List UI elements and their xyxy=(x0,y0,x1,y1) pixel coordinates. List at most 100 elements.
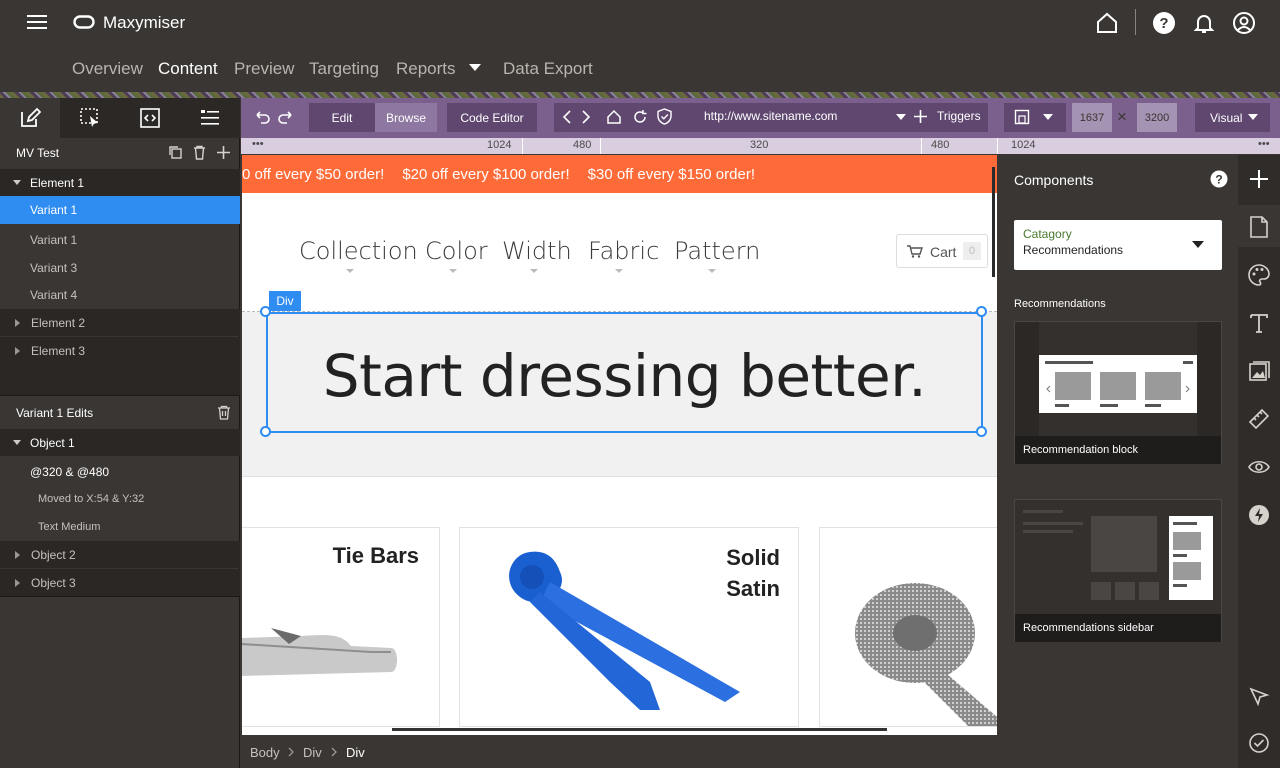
account-icon[interactable] xyxy=(1232,11,1256,35)
resize-handle[interactable] xyxy=(260,306,271,317)
page-canvas[interactable]: 0 off every $50 order! $20 off every $10… xyxy=(242,155,997,735)
trash-icon[interactable] xyxy=(217,405,231,420)
undo-icon[interactable] xyxy=(253,109,271,125)
tie-bar-image xyxy=(242,628,397,676)
add-trigger-icon[interactable] xyxy=(914,110,927,123)
resize-handle[interactable] xyxy=(260,426,271,437)
code-icon xyxy=(140,108,160,128)
add-icon[interactable] xyxy=(216,145,231,160)
code-editor-button[interactable]: Code Editor xyxy=(447,103,537,132)
element-1-row[interactable]: Element 1 xyxy=(0,169,240,196)
back-icon[interactable] xyxy=(563,110,571,124)
breadcrumb-item[interactable]: Div xyxy=(303,745,322,760)
variant-row[interactable]: Variant 3 xyxy=(0,254,240,281)
nav-content[interactable]: Content xyxy=(158,59,218,79)
element-2-row[interactable]: Element 2 xyxy=(0,309,240,336)
product-card-tie-bars[interactable]: Tie Bars xyxy=(242,527,440,727)
page-icon[interactable] xyxy=(1247,215,1271,239)
check-circle-icon[interactable] xyxy=(1247,731,1271,755)
ruler-more-left[interactable]: ••• xyxy=(252,138,264,150)
ruler-icon[interactable] xyxy=(1247,407,1271,431)
nav-targeting[interactable]: Targeting xyxy=(309,59,379,79)
component-recommendation-block[interactable]: Recommendation block xyxy=(1014,321,1222,464)
object-1-row[interactable]: Object 1 xyxy=(0,429,240,456)
device-dropdown-icon[interactable] xyxy=(1043,114,1053,120)
product-card-solid-satin[interactable]: Solid Satin xyxy=(459,527,799,727)
object-3-row[interactable]: Object 3 xyxy=(0,569,240,596)
add-icon[interactable] xyxy=(1247,167,1271,191)
edit-detail-label: Moved to X:54 & Y:32 xyxy=(38,492,145,505)
canvas-scrollbar[interactable] xyxy=(992,167,995,277)
url-dropdown-icon[interactable] xyxy=(896,114,906,120)
help-icon[interactable]: ? xyxy=(1210,170,1228,188)
nav-preview[interactable]: Preview xyxy=(234,59,294,79)
ruler-label: 480 xyxy=(573,139,592,151)
eye-icon[interactable] xyxy=(1247,455,1271,479)
redo-icon[interactable] xyxy=(277,109,295,125)
menu-collection[interactable]: Collection xyxy=(299,237,418,265)
refresh-icon[interactable] xyxy=(632,109,648,125)
horizontal-scrollbar[interactable] xyxy=(392,728,887,731)
breakpoint-row[interactable]: @320 & @480 xyxy=(0,458,240,485)
cart-button[interactable]: Cart 0 xyxy=(896,234,988,268)
object-2-row[interactable]: Object 2 xyxy=(0,541,240,568)
home-icon[interactable] xyxy=(606,109,622,125)
variant-row[interactable]: Variant 1 xyxy=(0,226,240,253)
chevron-down-icon xyxy=(708,269,716,273)
reports-caret-icon[interactable] xyxy=(469,64,481,71)
oracle-logo-icon xyxy=(73,15,95,29)
menu-width[interactable]: Width xyxy=(502,237,572,265)
variant-label: Variant 1 xyxy=(30,203,78,217)
hero-headline[interactable]: Start dressing better. xyxy=(266,342,983,410)
view-mode-select[interactable]: Visual xyxy=(1195,103,1270,132)
resize-handle[interactable] xyxy=(976,306,987,317)
tab-select[interactable] xyxy=(60,98,120,138)
nav-overview[interactable]: Overview xyxy=(72,59,143,79)
tab-list[interactable] xyxy=(180,98,240,138)
product-card-patterned-tie[interactable] xyxy=(819,527,997,727)
resize-handle[interactable] xyxy=(976,426,987,437)
edit-detail-row[interactable]: Text Medium xyxy=(0,513,240,540)
element-3-row[interactable]: Element 3 xyxy=(0,337,240,364)
width-input[interactable]: 1637 xyxy=(1072,103,1112,132)
ruler-more-right[interactable]: ••• xyxy=(1258,138,1270,150)
menu-color[interactable]: Color xyxy=(425,237,488,265)
notifications-icon[interactable] xyxy=(1192,11,1216,35)
browse-mode-button[interactable]: Browse xyxy=(375,103,437,132)
variant-row-selected[interactable]: Variant 1 xyxy=(0,196,240,224)
category-dropdown[interactable]: Catagory Recommendations xyxy=(1014,220,1222,270)
component-recommendations-sidebar[interactable]: Recommendations sidebar xyxy=(1014,499,1222,642)
tab-edit[interactable] xyxy=(0,98,60,138)
triggers-label[interactable]: Triggers xyxy=(937,109,981,123)
edit-detail-row[interactable]: Moved to X:54 & Y:32 xyxy=(0,485,240,512)
breadcrumb-item-current[interactable]: Div xyxy=(346,745,365,760)
recommendation-block-thumbnail xyxy=(1039,322,1197,436)
height-input[interactable]: 3200 xyxy=(1137,103,1177,132)
help-icon[interactable]: ? xyxy=(1152,11,1176,35)
view-mode-dropdown-icon[interactable] xyxy=(1248,114,1258,120)
ruler-divider xyxy=(600,138,601,154)
svg-text:?: ? xyxy=(1159,15,1168,32)
delete-icon[interactable] xyxy=(192,145,207,160)
url-text[interactable]: http://www.sitename.com xyxy=(704,109,837,123)
variant-row[interactable]: Variant 4 xyxy=(0,281,240,308)
edit-mode-button[interactable]: Edit xyxy=(309,103,375,132)
menu-fabric[interactable]: Fabric xyxy=(588,237,659,265)
menu-pattern[interactable]: Pattern xyxy=(674,237,760,265)
text-icon[interactable] xyxy=(1247,311,1271,335)
nav-data-export[interactable]: Data Export xyxy=(503,59,593,79)
nav-reports[interactable]: Reports xyxy=(396,59,456,79)
lightning-icon[interactable] xyxy=(1247,503,1271,527)
palette-icon[interactable] xyxy=(1247,263,1271,287)
image-icon[interactable] xyxy=(1247,359,1271,383)
ruler-label: 1024 xyxy=(487,139,512,151)
shield-icon[interactable] xyxy=(657,108,672,125)
copy-icon[interactable] xyxy=(168,145,183,160)
hamburger-menu-icon[interactable] xyxy=(27,13,47,31)
forward-icon[interactable] xyxy=(582,110,590,124)
home-icon[interactable] xyxy=(1095,11,1119,35)
element-type-tag: Div xyxy=(269,291,301,311)
tab-code[interactable] xyxy=(120,98,180,138)
pointer-icon[interactable] xyxy=(1247,685,1271,709)
breadcrumb-item[interactable]: Body xyxy=(250,745,280,760)
